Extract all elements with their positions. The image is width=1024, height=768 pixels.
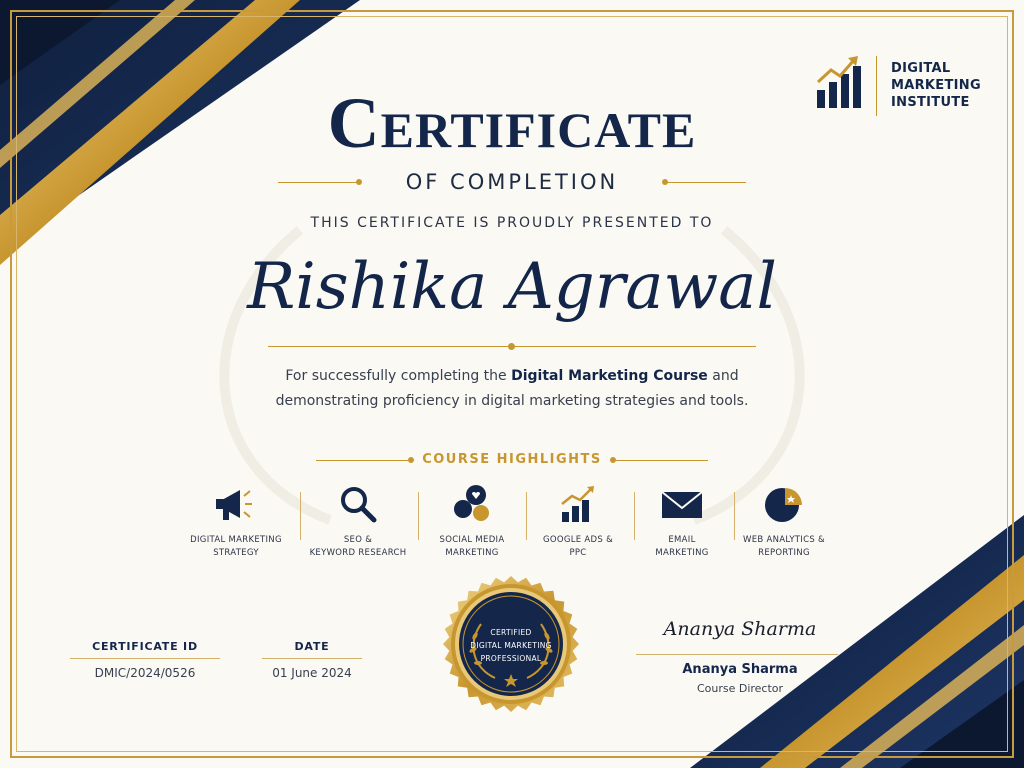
certificate-id-value: DMIC/2024/0526 bbox=[94, 666, 196, 680]
megaphone-icon bbox=[216, 490, 252, 520]
certificate-subtitle: OF COMPLETION bbox=[405, 170, 619, 194]
social-bubbles-icon bbox=[454, 485, 489, 521]
envelope-icon bbox=[661, 491, 703, 518]
name-underline-dot bbox=[508, 343, 515, 350]
pie-chart-icon bbox=[765, 488, 802, 522]
recipient-name: Rishika Agrawal bbox=[247, 250, 777, 324]
date-value: 01 June 2024 bbox=[272, 666, 352, 680]
signatory-title: Course Director bbox=[696, 682, 784, 695]
highlight-label: SEO & KEYWORD RESEARCH bbox=[309, 535, 407, 558]
description-lead: For successfully completing the bbox=[285, 368, 512, 384]
certificate-page: DIGITAL MARKETING INSTITUTE Certificate … bbox=[0, 0, 1024, 768]
date-rule bbox=[262, 658, 362, 659]
highlight-label: EMAIL MARKETING bbox=[655, 535, 709, 558]
highlight-web-analytics-reporting: WEB ANALYTICS & REPORTING bbox=[728, 484, 840, 560]
certificate-id-rule bbox=[70, 658, 220, 659]
magnifier-icon bbox=[341, 487, 377, 523]
highlight-label: WEB ANALYTICS & REPORTING bbox=[743, 535, 825, 558]
highlight-label: GOOGLE ADS & PPC bbox=[542, 535, 614, 558]
completion-description: For successfully completing the Digital … bbox=[262, 364, 762, 414]
signature-rule bbox=[636, 654, 838, 655]
signature-image: Ananya Sharma bbox=[663, 618, 817, 640]
highlight-email-marketing: EMAIL MARKETING bbox=[626, 484, 738, 560]
highlight-label: DIGITAL MARKETING STRATEGY bbox=[190, 535, 282, 558]
highlight-seo-keyword-research: SEO & KEYWORD RESEARCH bbox=[302, 484, 414, 560]
highlight-digital-marketing-strategy: DIGITAL MARKETING STRATEGY bbox=[180, 484, 292, 560]
course-name: Digital Marketing Course bbox=[511, 368, 708, 384]
presented-to-text: THIS CERTIFICATE IS PROUDLY PRESENTED TO bbox=[310, 215, 714, 231]
date-label: DATE bbox=[294, 640, 330, 653]
certificate-title: Certificate bbox=[327, 83, 697, 163]
seal-text: CERTIFIED DIGITAL MARKETING PROFESSIONAL bbox=[470, 628, 552, 663]
certificate-id-label: CERTIFICATE ID bbox=[92, 640, 198, 653]
highlight-separator bbox=[300, 492, 301, 540]
growth-chart-icon bbox=[561, 486, 594, 522]
highlight-social-media-marketing: SOCIAL MEDIA MARKETING bbox=[416, 484, 528, 560]
highlight-google-ads-ppc: GOOGLE ADS & PPC bbox=[522, 484, 634, 560]
signatory-name: Ananya Sharma bbox=[682, 662, 798, 677]
highlight-label: SOCIAL MEDIA MARKETING bbox=[439, 535, 505, 558]
course-highlights-heading: COURSE HIGHLIGHTS bbox=[422, 452, 602, 467]
